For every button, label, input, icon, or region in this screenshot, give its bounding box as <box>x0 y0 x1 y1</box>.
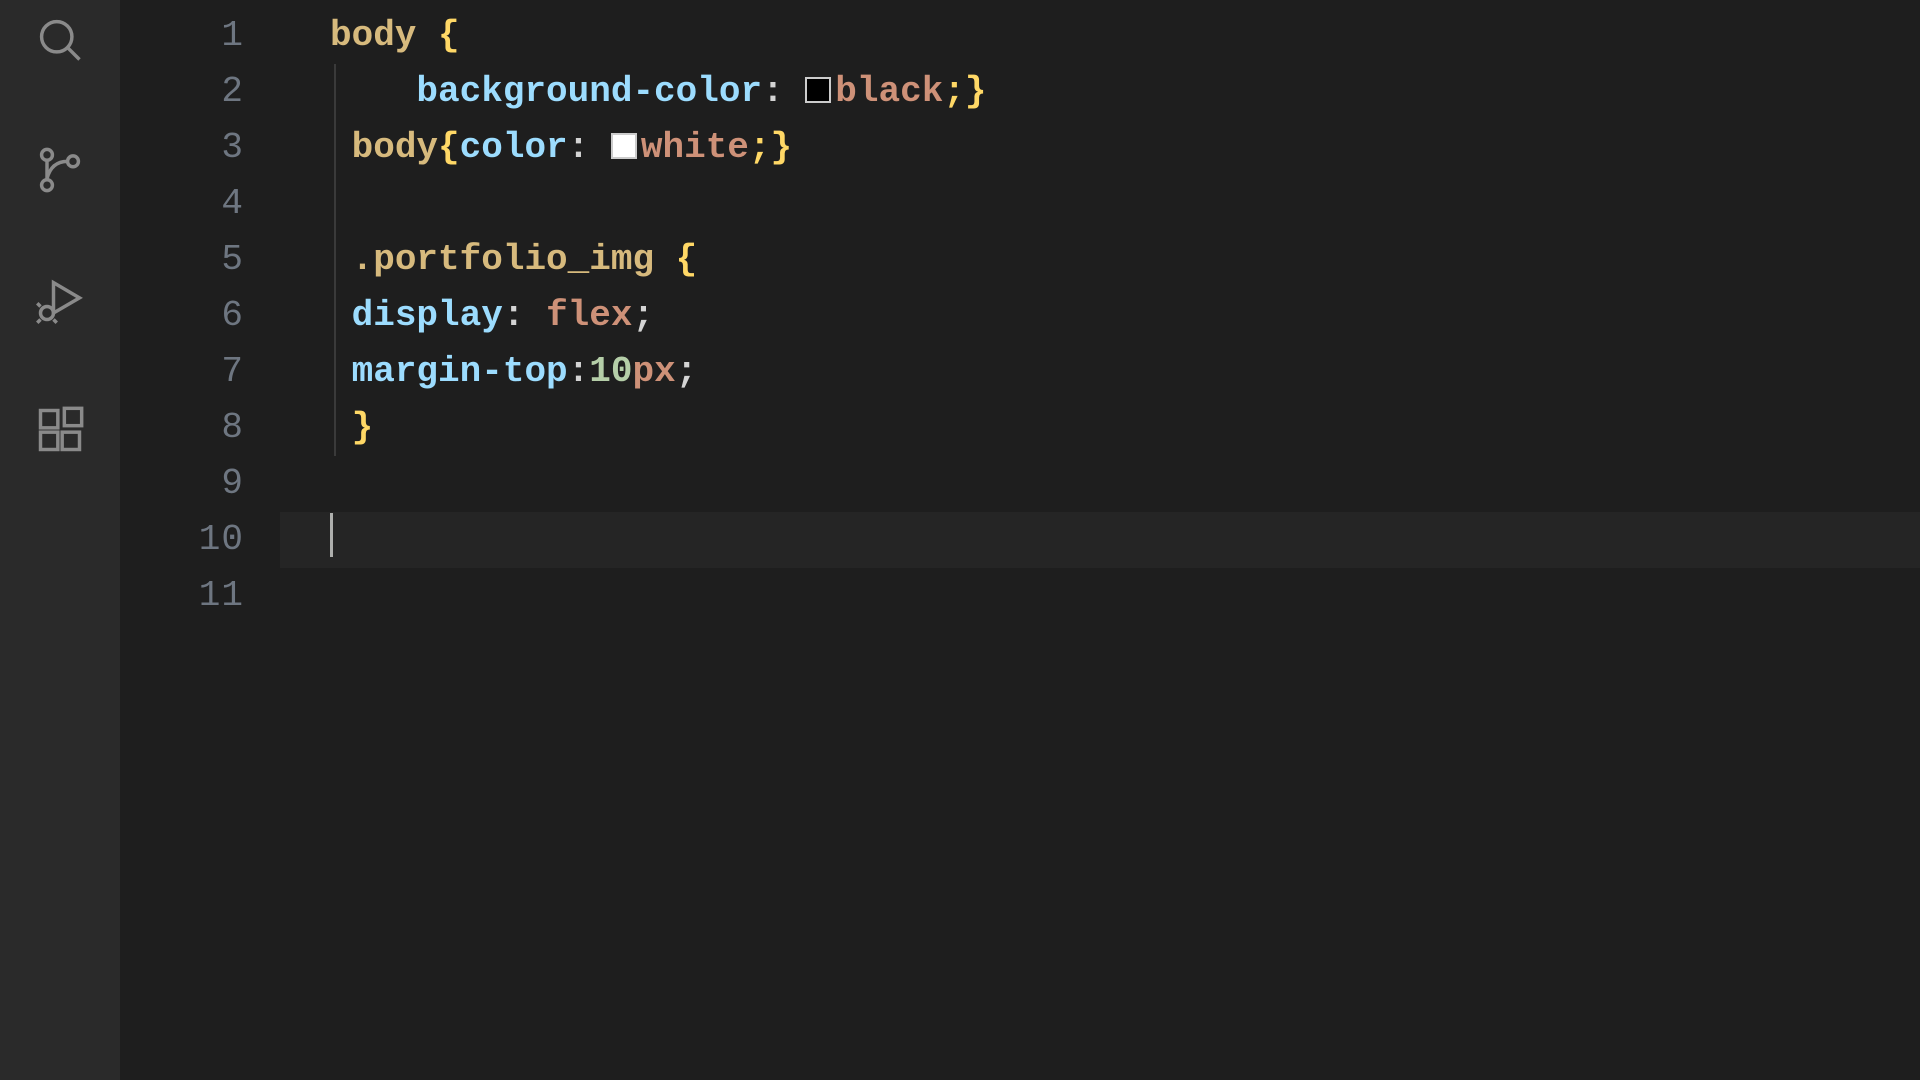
code-editor[interactable]: 1 2 3 4 5 6 7 8 9 10 11 body { backgroun… <box>120 0 1920 1080</box>
colon: : <box>568 351 590 392</box>
css-selector: .portfolio_img <box>352 239 654 280</box>
indent-guide <box>334 344 336 400</box>
indent-guide <box>334 176 336 232</box>
indent-guide <box>334 400 336 456</box>
run-debug-icon[interactable] <box>30 270 90 330</box>
css-property: background-color <box>416 71 762 112</box>
brace-open: { <box>416 15 459 56</box>
brace-close: } <box>352 407 374 448</box>
extensions-icon[interactable] <box>30 400 90 460</box>
semicolon: ; <box>632 295 654 336</box>
line-number: 4 <box>120 176 280 232</box>
line-number: 11 <box>120 568 280 624</box>
line-number: 1 <box>120 8 280 64</box>
search-icon[interactable] <box>30 10 90 70</box>
css-unit: px <box>632 351 675 392</box>
code-line[interactable]: .portfolio_img { <box>280 232 1920 288</box>
css-value: flex <box>546 295 632 336</box>
source-control-icon[interactable] <box>30 140 90 200</box>
code-line[interactable] <box>280 456 1920 512</box>
css-value: white <box>641 127 749 168</box>
css-number: 10 <box>589 351 632 392</box>
semicolon: ; <box>676 351 698 392</box>
color-swatch-icon[interactable] <box>611 133 637 159</box>
code-line-active[interactable] <box>280 512 1920 568</box>
code-line[interactable]: display: flex; <box>280 288 1920 344</box>
brace-close: ;} <box>749 127 792 168</box>
line-number: 7 <box>120 344 280 400</box>
css-property: margin-top <box>352 351 568 392</box>
css-selector: body <box>330 15 416 56</box>
brace-open: { <box>654 239 697 280</box>
activity-bar <box>0 0 120 1080</box>
code-line[interactable] <box>280 568 1920 624</box>
brace-open: { <box>438 127 460 168</box>
line-number: 9 <box>120 456 280 512</box>
indent-guide <box>334 120 336 176</box>
indent-guide <box>334 232 336 288</box>
code-line[interactable]: } <box>280 400 1920 456</box>
colon: : <box>568 127 611 168</box>
line-number-gutter: 1 2 3 4 5 6 7 8 9 10 11 <box>120 0 280 1080</box>
css-selector: body <box>352 127 438 168</box>
code-line[interactable] <box>280 176 1920 232</box>
indent <box>330 71 416 112</box>
css-property: color <box>460 127 568 168</box>
line-number: 10 <box>120 512 280 568</box>
css-property: display <box>352 295 503 336</box>
code-line[interactable]: margin-top:10px; <box>280 344 1920 400</box>
line-number: 3 <box>120 120 280 176</box>
code-line[interactable]: body{color: white;} <box>280 120 1920 176</box>
indent-guide <box>334 64 336 120</box>
line-number: 8 <box>120 400 280 456</box>
color-swatch-icon[interactable] <box>805 77 831 103</box>
line-number: 6 <box>120 288 280 344</box>
app-root: 1 2 3 4 5 6 7 8 9 10 11 body { backgroun… <box>0 0 1920 1080</box>
code-line[interactable]: body { <box>280 8 1920 64</box>
brace-close: ;} <box>943 71 986 112</box>
colon: : <box>503 295 546 336</box>
colon: : <box>762 71 805 112</box>
code-line[interactable]: background-color: black;} <box>280 64 1920 120</box>
code-content[interactable]: body { background-color: black;} body{co… <box>280 0 1920 1080</box>
line-number: 5 <box>120 232 280 288</box>
css-value: black <box>835 71 943 112</box>
text-cursor <box>330 513 333 557</box>
indent-guide <box>334 288 336 344</box>
line-number: 2 <box>120 64 280 120</box>
